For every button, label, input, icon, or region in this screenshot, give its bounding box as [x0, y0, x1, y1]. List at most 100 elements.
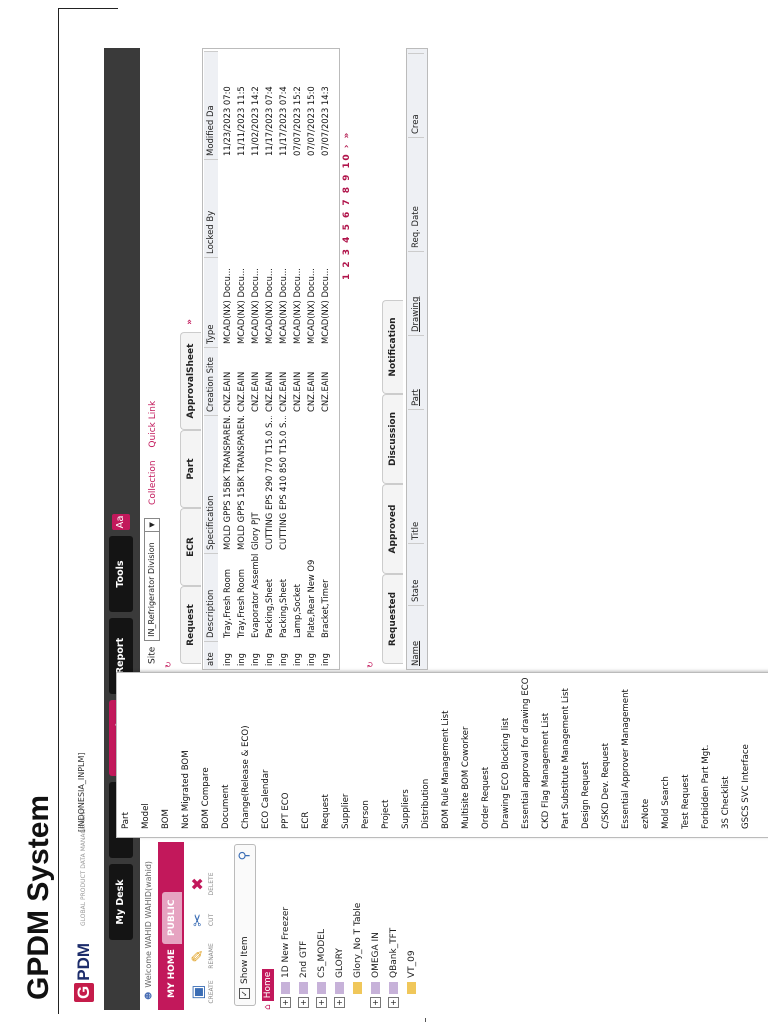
- menu-item-forbidden-part[interactable]: Forbidden Part Mgt.: [701, 745, 711, 829]
- tab-ecr[interactable]: ECR: [180, 508, 201, 586]
- menu-item-order-request[interactable]: Order Request: [481, 767, 491, 829]
- menu-item-supplier[interactable]: Supplier: [341, 794, 351, 829]
- menu-item-person[interactable]: Person: [361, 800, 371, 829]
- menu-item-change[interactable]: Change(Release & ECO): [241, 725, 251, 829]
- menu-item-drawing-eco-blocking[interactable]: Drawing ECO Blocking list: [501, 718, 511, 829]
- menu-item-design-request[interactable]: Design Request: [581, 762, 591, 829]
- tree-item[interactable]: +GLORY: [334, 948, 345, 1008]
- tree-home[interactable]: ⌂Home: [262, 968, 274, 1010]
- column-header[interactable]: Description: [204, 553, 218, 641]
- column-header[interactable]: Crea: [408, 53, 424, 137]
- menu-item-test-request[interactable]: Test Request: [681, 774, 691, 829]
- menu-item-project[interactable]: Project: [381, 800, 391, 829]
- collection-link[interactable]: Collection: [148, 460, 158, 505]
- table-cell: 11/02/2023 14:2: [250, 86, 260, 156]
- menu-item-eznote[interactable]: ezNote: [641, 799, 651, 829]
- tab-approval-sheet[interactable]: ApprovalSheet: [180, 332, 201, 430]
- table-cell: MOLD GPPS 15BK TRANSPAREN...: [222, 416, 232, 550]
- column-header[interactable]: ate: [204, 641, 218, 669]
- column-header[interactable]: Modified Da: [204, 51, 218, 159]
- quick-link[interactable]: Quick Link: [148, 401, 158, 448]
- column-header[interactable]: Req. Date: [408, 137, 424, 251]
- tabs-more-icon[interactable]: »: [180, 312, 200, 332]
- column-header[interactable]: Name: [408, 605, 424, 669]
- menu-item-request[interactable]: Request: [321, 794, 331, 829]
- refresh-icon[interactable]: ↻: [164, 661, 173, 668]
- nav-tools[interactable]: Tools: [109, 536, 133, 612]
- tab-request[interactable]: Request: [180, 586, 201, 664]
- column-header[interactable]: Title: [408, 409, 424, 543]
- table-cell[interactable]: Packing,Sheet: [262, 554, 276, 641]
- cut-folder-button[interactable]: ✂ CUT: [188, 904, 215, 936]
- table-cell: CNZ.EAIN: [278, 371, 288, 412]
- menu-item-essential-approver[interactable]: Essential Approver Management: [621, 689, 631, 829]
- refresh-icon[interactable]: ↻: [366, 661, 375, 668]
- tree-item[interactable]: +CS_MODEL: [316, 929, 327, 1008]
- table-cell: [262, 160, 276, 257]
- show-item-checkbox[interactable]: ✓: [239, 988, 250, 999]
- menu-item-ppt-eco[interactable]: PPT ECO: [281, 792, 291, 829]
- menu-item-ckd-flag[interactable]: CKD Flag Management List: [541, 713, 551, 829]
- column-header[interactable]: Creation Site: [204, 347, 218, 415]
- menu-item-multisite-bom[interactable]: Multisite BOM Coworker: [461, 727, 471, 829]
- table-cell[interactable]: Plate,Rear New O9: [304, 554, 318, 641]
- menu-item-suppliers[interactable]: Suppliers: [401, 789, 411, 829]
- tab-public[interactable]: PUBLIC: [162, 891, 182, 944]
- menu-item-part[interactable]: Part: [121, 812, 131, 829]
- show-item-toggle[interactable]: ✓Show Item ⚲: [234, 844, 256, 1006]
- table-cell: CNZ.EAIN: [306, 371, 316, 412]
- tab-requested[interactable]: Requested: [382, 574, 403, 664]
- tree-item[interactable]: +QBank_TFT: [388, 928, 399, 1008]
- tree-item[interactable]: VT_09: [406, 950, 417, 1008]
- pagination[interactable]: 1 2 3 4 5 6 7 8 9 10 › »: [342, 131, 352, 280]
- table-cell[interactable]: Tray,Fresh Room: [234, 554, 248, 641]
- menu-item-bom-compare[interactable]: BOM Compare: [201, 767, 211, 829]
- tab-my-home[interactable]: MY HOME: [162, 941, 182, 1006]
- language-icon[interactable]: Aa: [112, 514, 130, 530]
- column-header[interactable]: Drawing: [408, 251, 424, 335]
- table-cell: MOLD GPPS 15BK TRANSPAREN...: [236, 416, 246, 550]
- tab-part[interactable]: Part: [180, 430, 201, 508]
- tab-approved[interactable]: Approved: [382, 484, 403, 574]
- menu-item-eco-calendar[interactable]: ECO Calendar: [261, 769, 271, 829]
- search-icon[interactable]: ⚲: [235, 851, 255, 861]
- table-cell: ing: [236, 653, 246, 666]
- table-cell[interactable]: Bracket,Timer: [318, 554, 332, 641]
- menu-item-bom[interactable]: BOM: [161, 809, 171, 829]
- table-cell[interactable]: Tray,Fresh Room: [220, 554, 234, 641]
- tree-item[interactable]: +1D New Freezer: [280, 907, 291, 1008]
- column-header[interactable]: Specification: [204, 415, 218, 553]
- table-cell: CUTTING EPS 290 770 T15.0 S...: [264, 416, 274, 550]
- menu-item-mold-search[interactable]: Mold Search: [661, 776, 671, 829]
- menu-item-part-substitute[interactable]: Part Substitute Management List: [561, 688, 571, 829]
- menu-item-not-migrated-bom[interactable]: Not Migrated BOM: [181, 750, 191, 829]
- delete-folder-button[interactable]: ✖ DELETE: [188, 868, 215, 900]
- delete-icon: ✖: [188, 877, 207, 891]
- menu-item-model[interactable]: Model: [141, 803, 151, 829]
- menu-item-cskd-dev-request[interactable]: C/SKD Dev. Request: [601, 743, 611, 829]
- tab-notification[interactable]: Notification: [382, 300, 403, 394]
- tab-discussion[interactable]: Discussion: [382, 394, 403, 484]
- nav-my-desk[interactable]: My Desk: [109, 864, 133, 940]
- table-cell[interactable]: Evaporator Assembly: [248, 554, 262, 641]
- menu-item-gscs-svc[interactable]: GSCS SVC Interface: [741, 744, 751, 829]
- create-folder-button[interactable]: ▣ CREATE: [188, 976, 215, 1008]
- menu-item-distribution[interactable]: Distribution: [421, 779, 431, 829]
- tree-item[interactable]: +2nd GTF: [298, 941, 309, 1008]
- rename-folder-button[interactable]: ✎ RENAME: [188, 940, 215, 972]
- column-header[interactable]: State: [408, 543, 424, 605]
- menu-item-document[interactable]: Document: [221, 784, 231, 829]
- menu-item-3s-checklist[interactable]: 3S Checklist: [721, 776, 731, 829]
- tree-item[interactable]: Glory_No T Table: [352, 903, 363, 1008]
- gpdm-logo[interactable]: GPDM: [74, 943, 94, 1002]
- column-header[interactable]: Locked By: [204, 159, 218, 257]
- column-header[interactable]: Type: [204, 257, 218, 347]
- table-cell[interactable]: Lamp,Socket: [290, 554, 304, 641]
- tree-item[interactable]: +OMEGA IN: [370, 932, 381, 1008]
- site-select[interactable]: IN_Refrigerator Division ▼: [144, 517, 160, 641]
- table-cell[interactable]: Packing,Sheet: [276, 554, 290, 641]
- column-header[interactable]: Part: [408, 335, 424, 409]
- menu-item-ecr[interactable]: ECR: [301, 812, 311, 829]
- menu-item-bom-rule[interactable]: BOM Rule Management List: [441, 711, 451, 829]
- menu-item-essential-approval[interactable]: Essential approval for drawing ECO: [521, 677, 531, 829]
